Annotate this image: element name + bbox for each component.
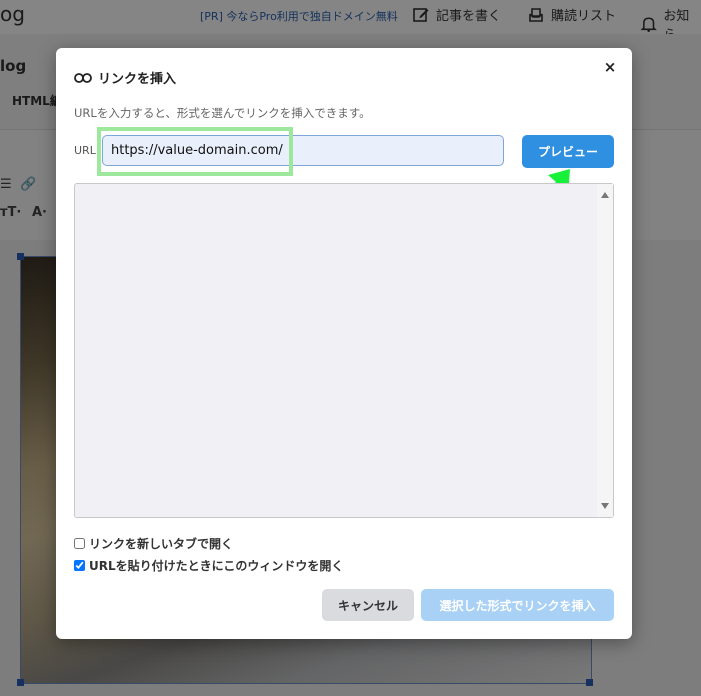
url-label: URL [74, 144, 96, 157]
open-new-tab-checkbox[interactable] [74, 538, 85, 549]
open-new-tab-label: リンクを新しいタブで開く [89, 537, 234, 551]
cancel-button[interactable]: キャンセル [322, 589, 414, 621]
dialog-description: URLを入力すると、形式を選んでリンクを挿入できます。 [74, 106, 371, 120]
link-icon [74, 72, 92, 83]
auto-open-checkbox[interactable] [74, 560, 85, 571]
url-input[interactable] [102, 135, 504, 166]
dialog-title: リンクを挿入 [74, 68, 176, 87]
scroll-up-icon[interactable] [601, 192, 609, 198]
preview-button[interactable]: プレビュー [522, 135, 614, 168]
close-icon[interactable]: × [600, 57, 620, 77]
scrollbar[interactable] [597, 184, 613, 517]
auto-open-option[interactable]: URLを貼り付けたときにこのウィンドウを開く [74, 557, 343, 574]
dialog-title-text: リンクを挿入 [98, 72, 177, 87]
insert-link-dialog: リンクを挿入 × URLを入力すると、形式を選んでリンクを挿入できます。 URL… [56, 48, 632, 639]
scroll-down-icon[interactable] [601, 503, 609, 509]
open-new-tab-option[interactable]: リンクを新しいタブで開く [74, 535, 233, 552]
insert-link-button[interactable]: 選択した形式でリンクを挿入 [421, 589, 614, 621]
preview-area[interactable] [74, 183, 614, 518]
auto-open-label: URLを貼り付けたときにこのウィンドウを開く [89, 559, 344, 573]
